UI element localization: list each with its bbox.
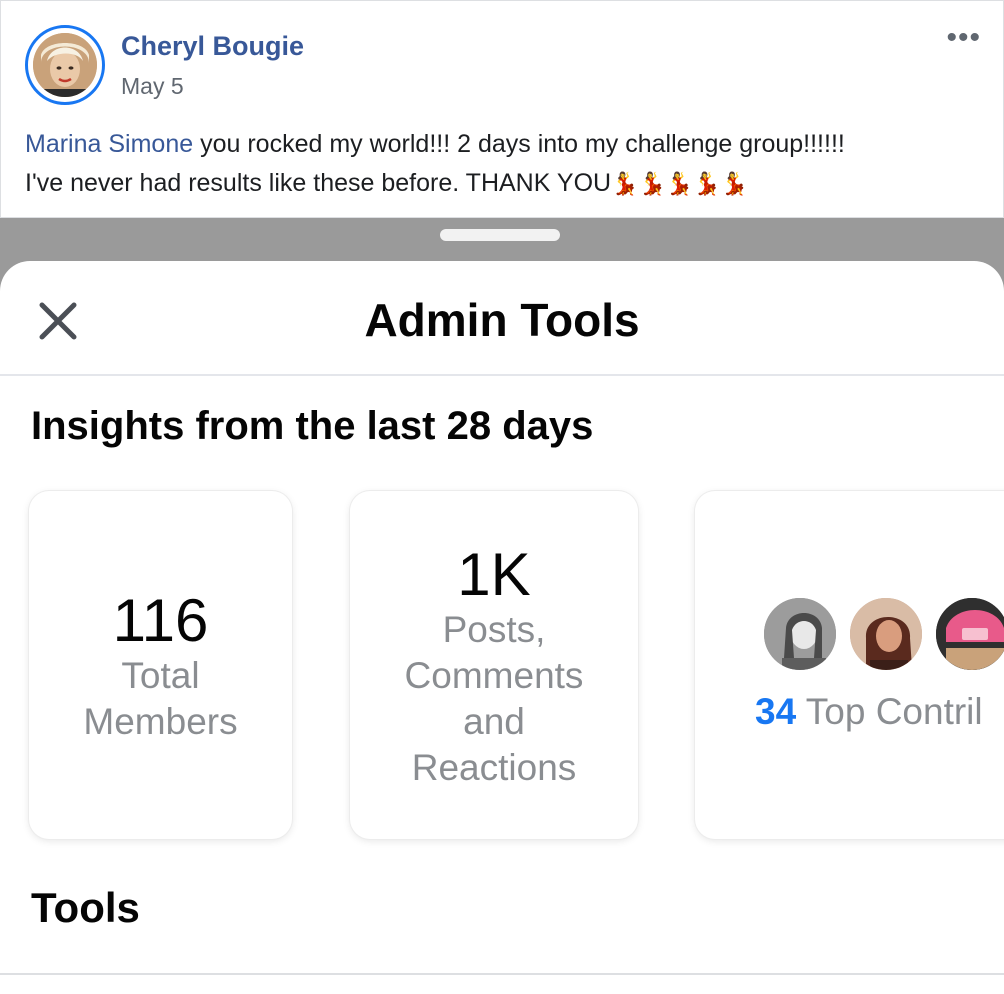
tools-title: Tools — [31, 884, 140, 931]
contributors-count: 34 — [755, 691, 797, 732]
contributors-label: Top Contril — [796, 691, 983, 732]
top-contributors-text: 34 Top Contril — [755, 691, 983, 733]
members-label-line2: Members — [83, 701, 238, 742]
activity-label-line3: and — [463, 701, 525, 742]
more-options-icon[interactable]: ••• — [946, 23, 981, 53]
top-contributors-card[interactable]: 34 Top Contril — [695, 491, 1004, 839]
contributor-avatar-3 — [933, 595, 1004, 673]
sheet-title: Admin Tools — [364, 294, 640, 346]
activity-label-line1: Posts, — [442, 609, 546, 650]
activity-card[interactable]: 1K Posts, Comments and Reactions — [350, 491, 638, 839]
post-date[interactable]: May 5 — [121, 73, 184, 100]
activity-count: 1K — [457, 541, 531, 608]
divider — [0, 973, 1004, 975]
avatar[interactable] — [33, 33, 97, 97]
post-author[interactable]: Cheryl Bougie — [121, 31, 304, 62]
contributor-avatar-1 — [761, 595, 839, 673]
sheet-header: Admin Tools — [0, 261, 1004, 376]
author-avatar-ring[interactable] — [25, 25, 105, 105]
contributor-avatar-2 — [847, 595, 925, 673]
post-text: Marina Simone you rocked my world!!! 2 d… — [25, 125, 1000, 203]
post-text-line1: you rocked my world!!! 2 days into my ch… — [193, 130, 845, 158]
activity-label-line4: Reactions — [411, 747, 577, 788]
post-text-line2: I've never had results like these before… — [25, 169, 612, 197]
members-count: 116 — [112, 587, 209, 654]
author-photo-icon — [33, 33, 97, 97]
activity-label-line2: Comments — [404, 655, 584, 696]
members-card[interactable]: 116 Total Members — [29, 491, 292, 839]
admin-tools-sheet: Admin Tools Insights from the last 28 da… — [0, 261, 1004, 994]
mention-link[interactable]: Marina Simone — [25, 130, 193, 158]
post-card: Cheryl Bougie May 5 ••• Marina Simone yo… — [0, 0, 1004, 218]
sheet-drag-handle[interactable] — [440, 229, 560, 241]
members-label-line1: Total — [121, 655, 200, 696]
dancer-emoji-icon: 💃💃💃💃💃 — [611, 171, 749, 196]
insights-title: Insights from the last 28 days — [31, 404, 594, 448]
